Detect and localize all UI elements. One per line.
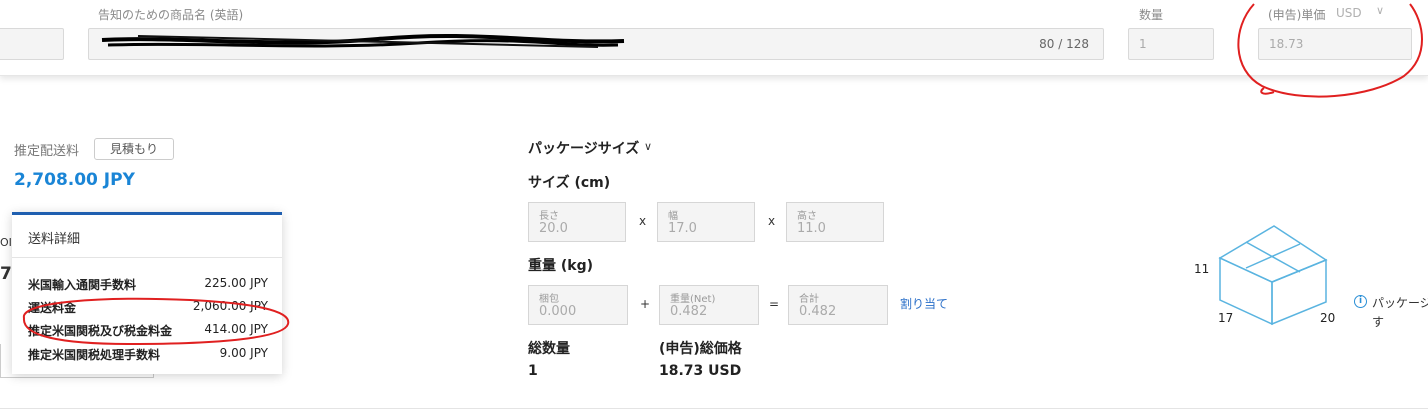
packing-value: 0.000 (539, 304, 577, 319)
fee-row: 運送料金 2,060.00 JPY (28, 299, 268, 317)
fee-row: 推定米国関税処理手数料 9.00 JPY (28, 346, 268, 364)
quantity-label: 数量 (1139, 8, 1164, 22)
total-quantity-value: 1 (528, 363, 538, 379)
length-caption: 長さ (539, 211, 559, 222)
box-height-label: 11 (1194, 262, 1210, 276)
packing-caption: 梱包 (539, 294, 559, 305)
packing-weight-field[interactable]: 梱包 0.000 (528, 285, 628, 325)
popup-title: 送料詳細 (28, 232, 81, 247)
weight-label: 重量 (kg) (528, 258, 594, 274)
length-field[interactable]: 長さ 20.0 (528, 202, 626, 242)
total-weight-value: 0.482 (799, 304, 837, 319)
fee-name: 米国輸入通関手数料 (28, 278, 137, 292)
fee-amount: 414.00 JPY (204, 322, 268, 336)
package-size-toggle[interactable]: パッケージサイズ (528, 138, 639, 158)
quantity-field[interactable]: 1 (1128, 28, 1214, 60)
redaction-scribble (101, 33, 625, 48)
product-name-label: 告知のための商品名 (英語) (98, 8, 244, 22)
box-width-label: 17 (1218, 311, 1234, 325)
fee-row: 米国輸入通関手数料 225.00 JPY (28, 276, 268, 294)
times-sign: x (639, 214, 647, 228)
equals-sign: = (769, 297, 780, 311)
width-value: 17.0 (668, 221, 697, 236)
assign-link[interactable]: 割り当て (900, 295, 948, 312)
height-value: 11.0 (797, 221, 826, 236)
product-row: 告知のための商品名 (英語) 80 / 128 数量 1 (申告)単価 USD … (0, 0, 1428, 76)
fee-name: 推定米国関税処理手数料 (28, 348, 161, 362)
quote-button[interactable]: 見積もり (94, 138, 174, 160)
total-quantity-label: 総数量 (528, 341, 570, 357)
shipping-estimate-label: 推定配送料 (14, 144, 80, 159)
currency-select[interactable]: USD (1336, 6, 1362, 20)
fee-amount: 225.00 JPY (204, 276, 268, 290)
total-weight-field[interactable]: 合計 0.482 (788, 285, 888, 325)
net-weight-field[interactable]: 重量(Net) 0.482 (659, 285, 759, 325)
chevron-down-icon[interactable]: ∨ (644, 140, 652, 153)
fee-amount: 9.00 JPY (219, 346, 268, 360)
fee-name: 運送料金 (28, 301, 77, 315)
name-char-count: 80 / 128 (1039, 37, 1089, 51)
unit-price-label: (申告)単価 (1268, 8, 1326, 22)
plus-sign: + (640, 297, 651, 311)
times-sign: x (768, 214, 776, 228)
width-caption: 幅 (668, 211, 678, 222)
shipping-detail-popup: 送料詳細 米国輸入通関手数料 225.00 JPY 運送料金 2,060.00 … (12, 212, 282, 374)
chevron-down-icon[interactable]: ∨ (1376, 4, 1384, 17)
size-label: サイズ (cm) (528, 175, 611, 191)
height-caption: 高さ (797, 211, 817, 222)
background-text-fragment: OI (0, 236, 12, 249)
fee-amount: 2,060.00 JPY (192, 299, 268, 313)
info-icon: i (1354, 295, 1367, 308)
width-field[interactable]: 幅 17.0 (657, 202, 755, 242)
total-price-label: (申告)総価格 (659, 341, 742, 357)
unit-price-field[interactable]: 18.73 (1258, 28, 1412, 60)
net-caption: 重量(Net) (670, 294, 716, 305)
total-price-value: 18.73 USD (659, 363, 742, 379)
truncated-field (0, 28, 64, 60)
box-length-label: 20 (1320, 311, 1336, 325)
height-field[interactable]: 高さ 11.0 (786, 202, 884, 242)
shipping-estimate-amount: 2,708.00 JPY (14, 170, 135, 190)
total-weight-caption: 合計 (799, 294, 819, 305)
divider (0, 408, 1428, 409)
info-text: パッケージ (1372, 296, 1428, 310)
fee-row: 推定米国関税及び税金料金 414.00 JPY (28, 322, 268, 340)
length-value: 20.0 (539, 221, 568, 236)
net-value: 0.482 (670, 304, 708, 319)
divider (12, 257, 282, 258)
fee-name: 推定米国関税及び税金料金 (28, 324, 173, 338)
info-text-continued: す (1372, 315, 1385, 329)
